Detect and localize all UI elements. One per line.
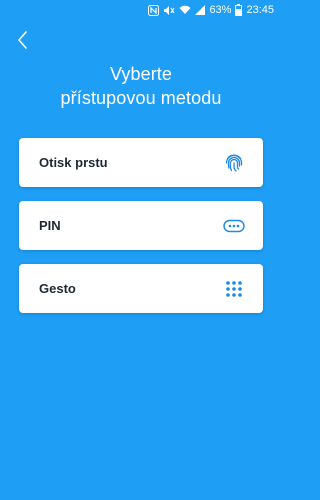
- battery-percentage: 63%: [209, 4, 232, 16]
- option-label: Otisk prstu: [39, 155, 108, 170]
- status-bar: 63% 23:45: [0, 0, 282, 20]
- pin-dots-icon: [223, 215, 245, 237]
- gesture-grid-icon: [223, 278, 245, 300]
- option-label: Gesto: [39, 281, 76, 296]
- clock: 23:45: [246, 4, 274, 16]
- option-gesture[interactable]: Gesto: [19, 264, 263, 313]
- battery-icon: [235, 4, 243, 16]
- option-fingerprint[interactable]: Otisk prstu: [19, 138, 263, 187]
- signal-icon: [195, 5, 206, 15]
- mute-icon: [163, 5, 175, 16]
- page-title-line2: přístupovou metodu: [60, 88, 222, 108]
- page-title-line1: Vyberte: [109, 64, 173, 84]
- chevron-left-icon: [18, 31, 27, 49]
- nfc-icon: [148, 4, 160, 16]
- option-pin[interactable]: PIN: [19, 201, 263, 250]
- page-title: Vyberte přístupovou metodu: [0, 62, 282, 110]
- wifi-icon: [179, 5, 191, 15]
- option-label: PIN: [39, 218, 61, 233]
- back-button[interactable]: [14, 30, 32, 50]
- fingerprint-icon: [223, 152, 245, 174]
